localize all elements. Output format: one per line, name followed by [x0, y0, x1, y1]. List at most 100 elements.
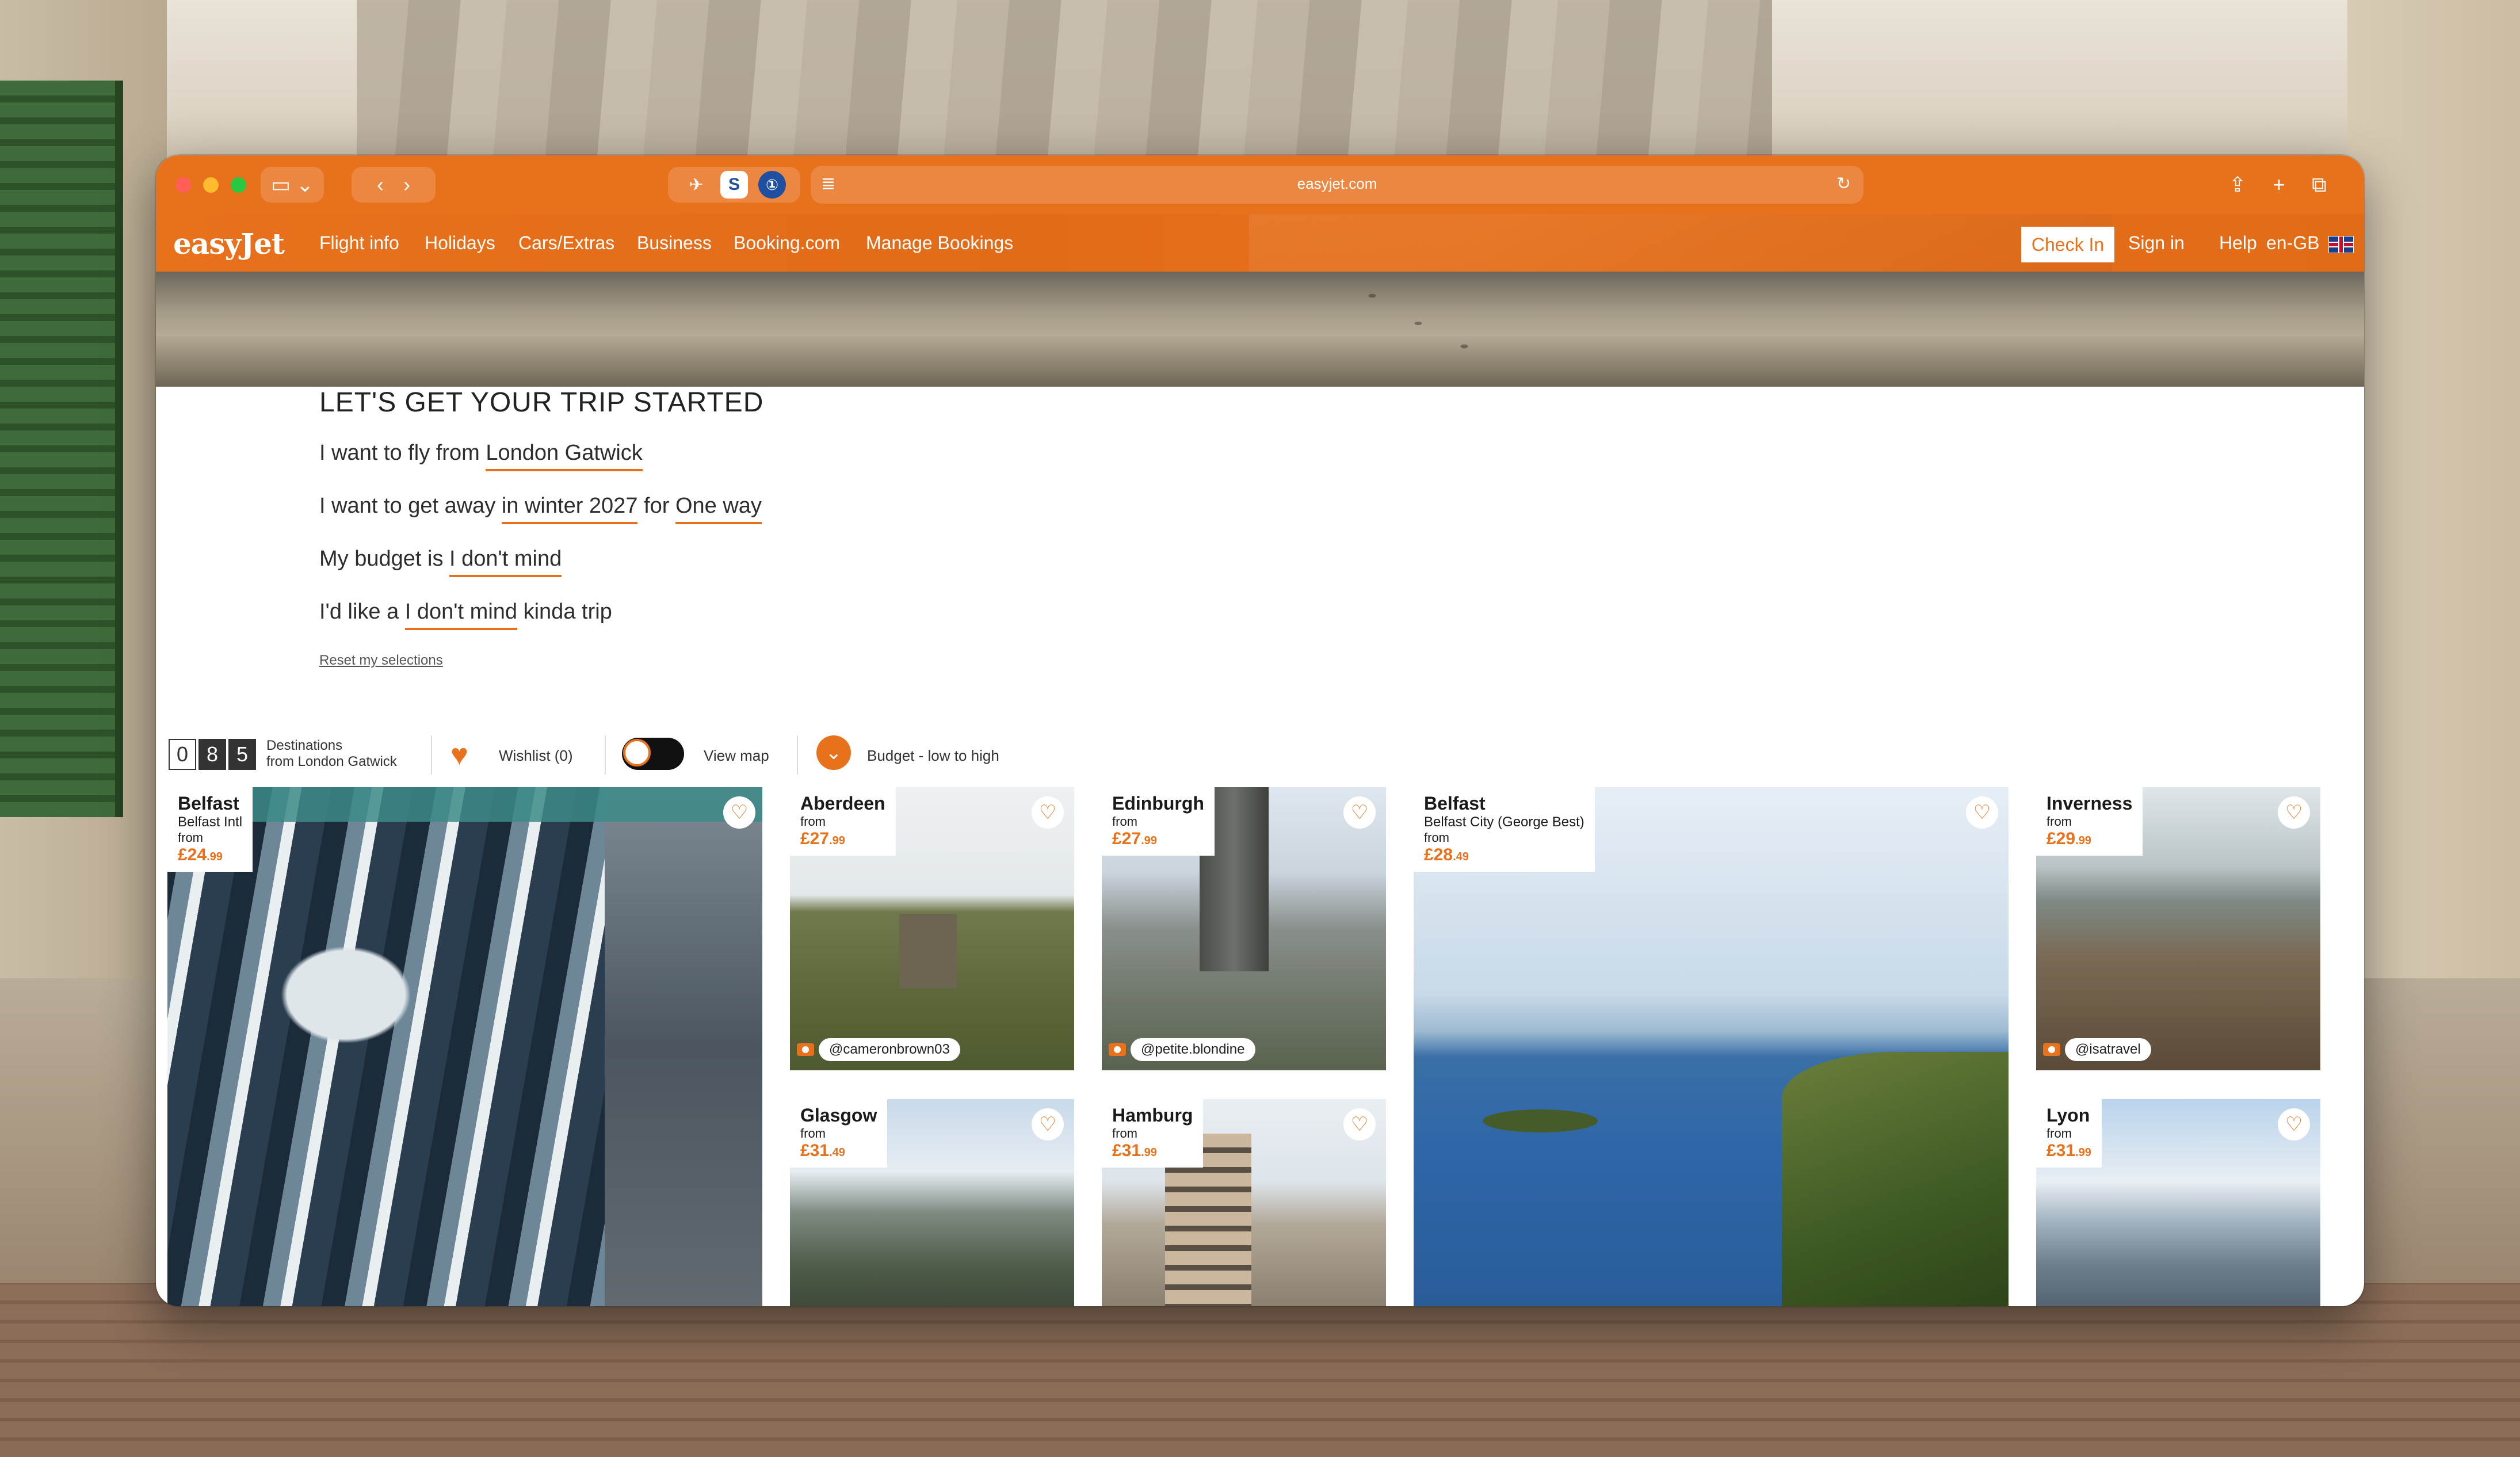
- wishlist-heart-icon[interactable]: ♡: [1032, 796, 1064, 829]
- card-label: Lyon from £31.99: [2036, 1099, 2102, 1168]
- sidebar-toggle-button[interactable]: ▭ ⌄: [261, 167, 324, 203]
- card-price: £29.99: [2046, 829, 2091, 848]
- trip-type-selector[interactable]: One way: [675, 494, 762, 524]
- camera-icon: [2043, 1043, 2060, 1056]
- minimize-window-button[interactable]: [203, 177, 219, 193]
- nav-cars-extras[interactable]: Cars/Extras: [518, 232, 614, 254]
- password-extension-icon[interactable]: ①: [758, 171, 786, 199]
- photo-credit-handle[interactable]: @cameronbrown03: [819, 1038, 960, 1061]
- nav-manage-bookings[interactable]: Manage Bookings: [866, 232, 1013, 254]
- hero-banner: [156, 272, 2364, 387]
- nav-holidays[interactable]: Holidays: [425, 232, 495, 254]
- card-price: £28.49: [1424, 845, 1469, 864]
- castle-ruin: [899, 914, 957, 989]
- forward-icon[interactable]: ›: [403, 173, 410, 197]
- street-image-section: [605, 787, 762, 1306]
- destination-counter: 0 8 5: [169, 739, 256, 770]
- wishlist-heart-icon[interactable]: ♡: [1343, 1108, 1376, 1141]
- card-city: Hamburg: [1112, 1105, 1193, 1126]
- card-label: Belfast Belfast Intl from £24.99: [167, 787, 253, 872]
- destination-card-belfast-intl[interactable]: Belfast Belfast Intl from £24.99 ♡: [167, 787, 762, 1306]
- back-icon[interactable]: ‹: [377, 173, 384, 197]
- photo-credit: @petite.blondine: [1109, 1038, 1255, 1061]
- wishlist-heart-icon[interactable]: ♡: [2278, 796, 2310, 829]
- tab-overview-button[interactable]: ⧉: [2302, 167, 2336, 203]
- zoom-window-button[interactable]: [231, 177, 246, 193]
- nav-decoration: [1249, 214, 2112, 272]
- sign-in-link[interactable]: Sign in: [2128, 232, 2185, 254]
- share-button[interactable]: ⇪: [2220, 167, 2255, 203]
- card-from: from: [2046, 1126, 2072, 1141]
- heart-icon[interactable]: ♥: [450, 740, 468, 770]
- small-island: [1483, 1109, 1598, 1132]
- destination-card-hamburg[interactable]: Hamburg from £31.99 ♡: [1102, 1099, 1386, 1306]
- photo-credit: @cameronbrown03: [797, 1038, 960, 1061]
- budget-sentence: My budget is I don't mind: [319, 547, 562, 577]
- site-navigation: easyJet Flight info Holidays Cars/Extras…: [156, 214, 2364, 272]
- destinations-label: Destinations from London Gatwick: [266, 738, 397, 770]
- language-selector[interactable]: en-GB: [2266, 232, 2319, 254]
- wishlist-heart-icon[interactable]: ♡: [1032, 1108, 1064, 1141]
- trip-kind-sentence: I'd like a I don't mind kinda trip: [319, 600, 612, 630]
- dates-selector[interactable]: in winter 2027: [501, 494, 638, 524]
- share-icon: ⇪: [2228, 173, 2247, 196]
- card-label: Belfast Belfast City (George Best) from …: [1414, 787, 1595, 872]
- toggle-knob: [623, 739, 651, 766]
- nav-booking-com[interactable]: Booking.com: [734, 232, 840, 254]
- address-bar[interactable]: ≣ easyjet.com ↻: [811, 166, 1864, 204]
- wishlist-button[interactable]: Wishlist (0): [499, 747, 573, 765]
- wishlist-heart-icon[interactable]: ♡: [1343, 796, 1376, 829]
- wallpaper-bricks: [0, 1283, 2520, 1457]
- card-from: from: [800, 1126, 826, 1141]
- card-city: Belfast: [178, 793, 239, 814]
- card-from: from: [1112, 814, 1137, 829]
- destination-card-edinburgh[interactable]: Edinburgh from £27.99 ♡ @petite.blondine: [1102, 787, 1386, 1070]
- destination-card-lyon[interactable]: Lyon from £31.99 ♡: [2036, 1099, 2320, 1306]
- destination-card-aberdeen[interactable]: Aberdeen from £27.99 ♡ @cameronbrown03: [790, 787, 1074, 1070]
- browser-toolbar: ▭ ⌄ ‹ › ✈ S ① ≣ easyjet.com ↻ ⇪ + ⧉: [156, 155, 2364, 214]
- card-city: Belfast: [1424, 793, 1486, 814]
- destination-card-inverness[interactable]: Inverness from £29.99 ♡ @isatravel: [2036, 787, 2320, 1070]
- destination-card-glasgow[interactable]: Glasgow from £31.49 ♡: [790, 1099, 1074, 1306]
- dates-prefix: I want to get away: [319, 494, 496, 518]
- photo-credit-handle[interactable]: @petite.blondine: [1131, 1038, 1255, 1061]
- help-link[interactable]: Help: [2219, 232, 2257, 254]
- trip-kind-selector[interactable]: I don't mind: [404, 600, 518, 630]
- s-extension-icon[interactable]: S: [720, 171, 748, 199]
- reset-selections-link[interactable]: Reset my selections: [319, 653, 443, 669]
- view-map-label[interactable]: View map: [704, 747, 769, 765]
- sidebar-icon: ▭ ⌄: [270, 173, 314, 196]
- chevron-down-icon[interactable]: ⌄: [816, 735, 851, 770]
- wishlist-heart-icon[interactable]: ♡: [1966, 796, 1998, 829]
- card-from: from: [178, 830, 203, 845]
- wishlist-heart-icon[interactable]: ♡: [723, 796, 755, 829]
- card-price: £31.99: [1112, 1141, 1157, 1160]
- coastal-cliff: [1782, 1052, 2009, 1306]
- trip-kind-prefix: I'd like a: [319, 600, 399, 624]
- mural-awning: [236, 787, 762, 822]
- filter-divider: [431, 735, 432, 775]
- card-from: from: [800, 814, 826, 829]
- browser-window: ▭ ⌄ ‹ › ✈ S ① ≣ easyjet.com ↻ ⇪ + ⧉ easy…: [156, 155, 2364, 1306]
- photo-credit: @isatravel: [2043, 1038, 2151, 1061]
- wishlist-heart-icon[interactable]: ♡: [2278, 1108, 2310, 1141]
- view-map-toggle[interactable]: [622, 738, 684, 770]
- origin-selector[interactable]: London Gatwick: [486, 441, 643, 471]
- close-window-button[interactable]: [175, 177, 191, 193]
- budget-selector[interactable]: I don't mind: [449, 547, 562, 577]
- easyjet-logo[interactable]: easyJet: [173, 227, 285, 261]
- filter-divider: [605, 735, 606, 775]
- reload-icon[interactable]: ↻: [1836, 174, 1851, 194]
- new-tab-button[interactable]: +: [2262, 167, 2296, 203]
- plane-extension-icon[interactable]: ✈: [682, 171, 710, 199]
- destination-card-belfast-city[interactable]: Belfast Belfast City (George Best) from …: [1414, 787, 2009, 1306]
- nav-business[interactable]: Business: [637, 232, 712, 254]
- nav-flight-info[interactable]: Flight info: [319, 232, 399, 254]
- tabs-icon: ⧉: [2312, 172, 2327, 196]
- sort-budget-dropdown[interactable]: Budget - low to high: [867, 747, 999, 765]
- filter-divider: [797, 735, 798, 775]
- check-in-button[interactable]: Check In: [2021, 227, 2114, 262]
- card-city: Edinburgh: [1112, 793, 1204, 814]
- uk-flag-icon: [2328, 236, 2354, 253]
- photo-credit-handle[interactable]: @isatravel: [2065, 1038, 2151, 1061]
